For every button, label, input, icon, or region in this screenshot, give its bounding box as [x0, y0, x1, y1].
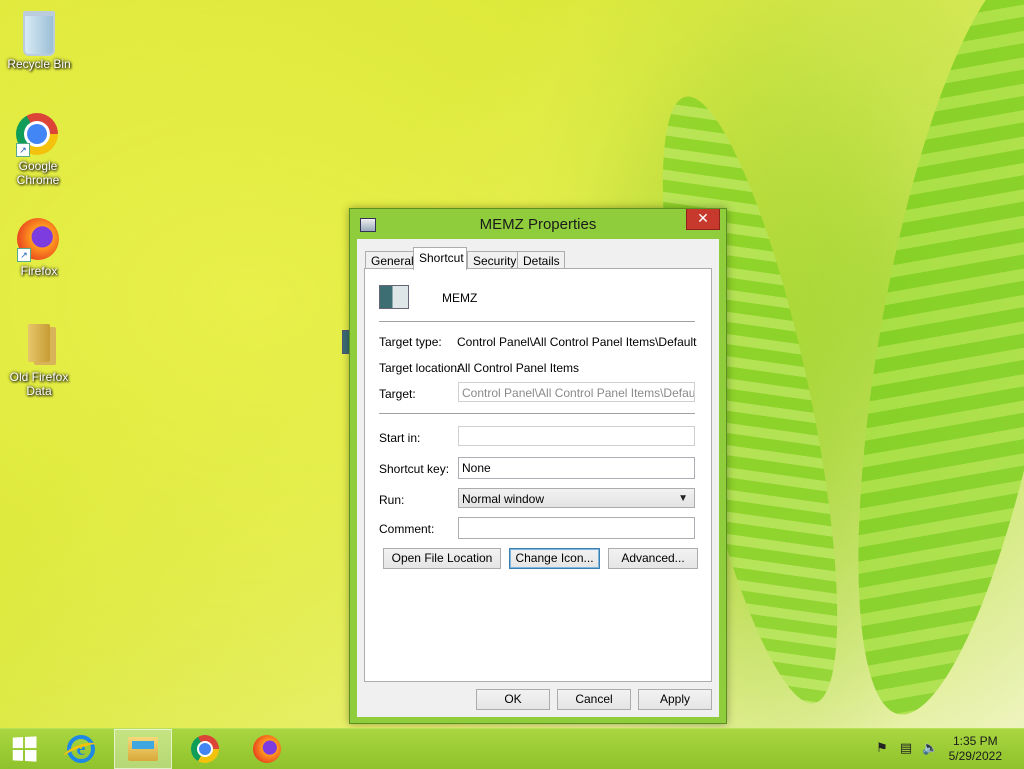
start-in-field[interactable] — [458, 426, 695, 446]
file-explorer-icon — [128, 737, 158, 761]
desktop-icon-label: Old Firefox Data — [9, 370, 69, 398]
desktop-icon-label: Recycle Bin — [7, 57, 71, 71]
target-location-value: All Control Panel Items — [457, 361, 580, 375]
recycle-bin-icon — [23, 11, 55, 56]
ok-button[interactable]: OK — [476, 689, 550, 710]
chrome-icon — [191, 735, 219, 763]
shortcut-key-label: Shortcut key: — [379, 462, 450, 476]
start-button[interactable] — [0, 729, 48, 769]
comment-field[interactable] — [458, 517, 695, 539]
open-file-location-button[interactable]: Open File Location — [383, 548, 501, 569]
clock-time: 1:35 PM — [952, 734, 998, 748]
run-select-value: Normal window — [462, 492, 545, 506]
desktop-icon-label: Firefox — [20, 264, 58, 278]
title-bar[interactable]: MEMZ Properties ✕ — [350, 209, 726, 239]
separator — [379, 321, 695, 322]
run-label: Run: — [379, 493, 405, 507]
volume-muted-icon[interactable]: 🔈 — [922, 741, 938, 755]
target-label: Target: — [379, 387, 416, 401]
internet-explorer-icon: e — [67, 735, 95, 763]
desktop-icon-chrome[interactable]: ↗ Google Chrome — [1, 113, 75, 187]
target-type-value: Control Panel\All Control Panel Items\De… — [457, 335, 699, 349]
apply-button[interactable]: Apply — [638, 689, 712, 710]
start-in-label: Start in: — [379, 431, 421, 445]
desktop-icon-firefox[interactable]: ↗ Firefox — [1, 218, 77, 278]
taskbar-chrome[interactable] — [176, 729, 234, 769]
memz-shortcut-icon — [379, 285, 409, 309]
windows-logo-icon — [12, 736, 37, 762]
shortcut-key-field[interactable]: None — [458, 457, 695, 479]
separator — [379, 413, 695, 414]
close-button[interactable]: ✕ — [686, 209, 720, 230]
firefox-icon — [253, 735, 281, 763]
network-icon[interactable]: ▤ — [898, 741, 914, 755]
tab-shortcut[interactable]: Shortcut — [413, 247, 467, 270]
dialog-title: MEMZ Properties — [479, 216, 597, 233]
shortcut-arrow-icon: ↗ — [17, 248, 31, 262]
folder-icon — [28, 324, 50, 362]
desktop-icon-label: Google Chrome — [16, 159, 60, 187]
cancel-button[interactable]: Cancel — [557, 689, 631, 710]
clock-date: 5/29/2022 — [948, 749, 1002, 763]
run-select[interactable]: Normal window ▼ — [458, 488, 695, 508]
advanced-button[interactable]: Advanced... — [608, 548, 698, 569]
taskbar-file-explorer[interactable] — [114, 729, 172, 769]
properties-dialog: MEMZ Properties ✕ General Shortcut Secur… — [349, 208, 727, 724]
change-icon-button[interactable]: Change Icon... — [509, 548, 600, 569]
wallpaper-frond — [815, 0, 1024, 729]
shortcut-arrow-icon: ↗ — [16, 143, 30, 157]
action-center-flag-icon[interactable]: ⚑ — [874, 741, 890, 755]
target-field[interactable]: Control Panel\All Control Panel Items\De… — [458, 382, 695, 402]
taskbar: e ⚑ ▤ 🔈 1:35 PM 5/29/2022 — [0, 728, 1024, 769]
target-location-label: Target location: — [379, 361, 461, 375]
desktop-icon-recycle-bin[interactable]: Recycle Bin — [1, 8, 77, 71]
clock[interactable]: 1:35 PM 5/29/2022 — [949, 734, 1002, 764]
shortcut-tab-panel: MEMZ Target type: Control Panel\All Cont… — [364, 268, 712, 682]
comment-label: Comment: — [379, 522, 435, 536]
shortcut-name: MEMZ — [442, 291, 478, 305]
desktop-icon-old-firefox-data[interactable]: Old Firefox Data — [1, 322, 77, 398]
taskbar-internet-explorer[interactable]: e — [52, 729, 110, 769]
dialog-client-area: General Shortcut Security Details MEMZ T… — [357, 239, 719, 717]
target-type-label: Target type: — [379, 335, 442, 349]
taskbar-firefox[interactable] — [238, 729, 296, 769]
chevron-down-icon: ▼ — [678, 493, 688, 504]
